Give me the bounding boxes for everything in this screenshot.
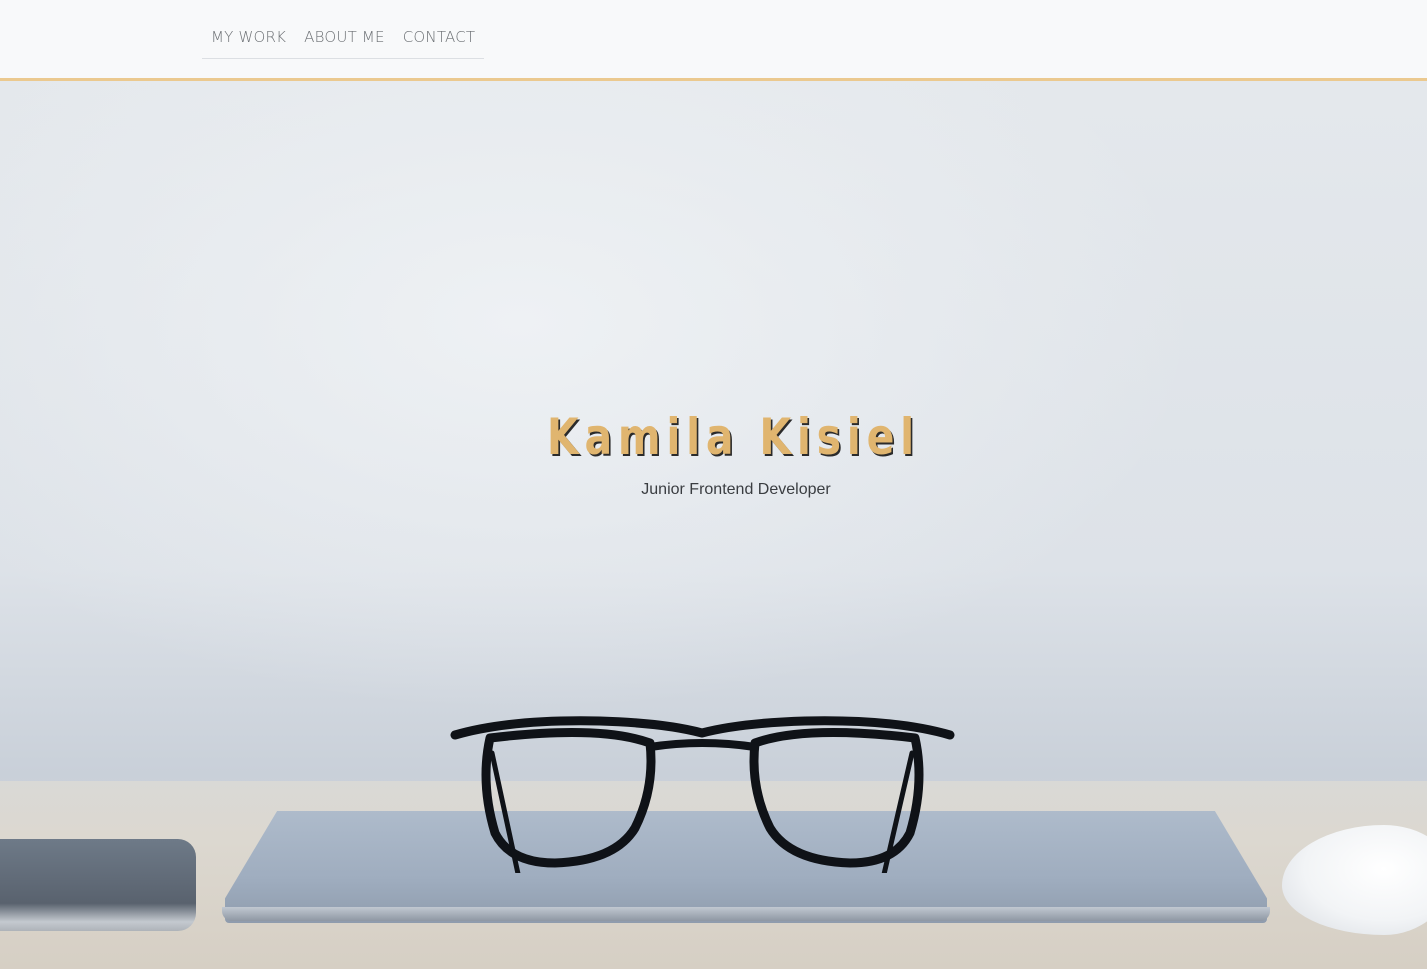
nav-link-about-me[interactable]: ABOUT ME — [304, 28, 385, 46]
nav-link-my-work[interactable]: MY WORK — [211, 28, 286, 46]
hero-background-glasses — [450, 716, 955, 873]
hero-section: Kamila Kisiel Junior Frontend Developer — [0, 81, 1427, 969]
top-navbar: MY WORK ABOUT ME CONTACT — [0, 0, 1427, 81]
nav-link-contact[interactable]: CONTACT — [403, 28, 476, 46]
main-navigation: MY WORK ABOUT ME CONTACT — [202, 22, 485, 59]
hero-background-laptop-edge — [222, 907, 1270, 921]
hero-subtitle: Junior Frontend Developer — [641, 481, 831, 498]
hero-background-phone — [0, 839, 196, 931]
hero-title-block: Kamila Kisiel Junior Frontend Developer — [0, 407, 1427, 499]
hero-name-heading: Kamila Kisiel — [547, 408, 920, 466]
